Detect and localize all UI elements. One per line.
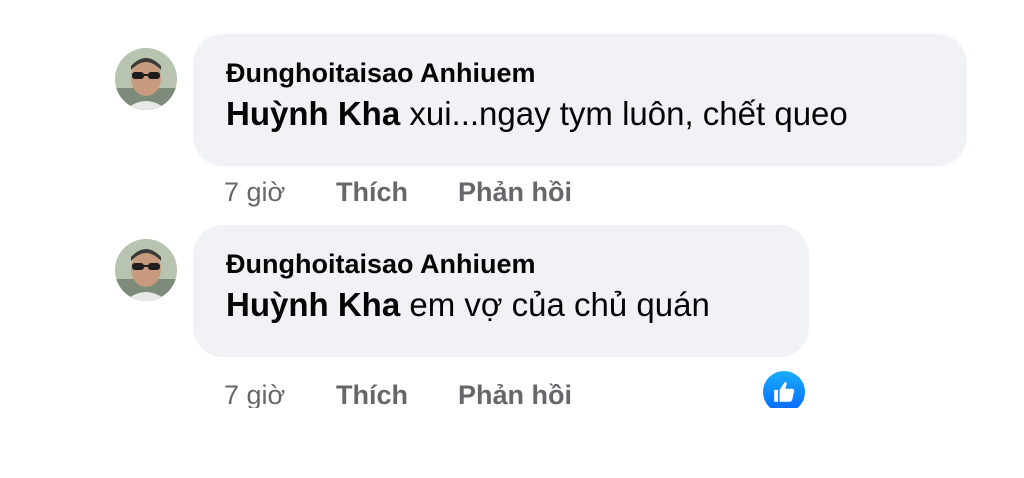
comment-actions: 7 giờ Thích Phản hồi <box>224 378 572 412</box>
avatar-image <box>115 239 177 301</box>
reply-button[interactable]: Phản hồi <box>458 378 572 412</box>
comment-text: Huỳnh Kha xui...ngay tym luôn, chết queo <box>226 93 945 135</box>
mention-tag[interactable]: Huỳnh Kha <box>226 286 400 323</box>
like-button[interactable]: Thích <box>336 175 458 209</box>
avatar[interactable] <box>115 239 177 301</box>
comment-actions: 7 giờ Thích Phản hồi <box>224 175 572 209</box>
comment-thread: Đunghoitaisao Anhiuem Huỳnh Kha xui...ng… <box>0 0 1024 478</box>
comment-timestamp[interactable]: 7 giờ <box>224 378 336 412</box>
reply-button[interactable]: Phản hồi <box>458 175 572 209</box>
comment-author[interactable]: Đunghoitaisao Anhiuem <box>226 248 787 280</box>
like-button[interactable]: Thích <box>336 378 458 412</box>
comment-text: Huỳnh Kha em vợ của chủ quán <box>226 284 787 326</box>
avatar-image <box>115 48 177 110</box>
comment-bubble: Đunghoitaisao Anhiuem Huỳnh Kha em vợ củ… <box>193 225 809 357</box>
comment-bubble: Đunghoitaisao Anhiuem Huỳnh Kha xui...ng… <box>193 34 967 166</box>
avatar[interactable] <box>115 48 177 110</box>
comment-author[interactable]: Đunghoitaisao Anhiuem <box>226 57 945 89</box>
comment-body: xui...ngay tym luôn, chết queo <box>400 95 848 132</box>
thumbs-up-icon <box>774 382 795 402</box>
page-background <box>0 408 1024 478</box>
comment-body: em vợ của chủ quán <box>400 286 710 323</box>
comment-timestamp[interactable]: 7 giờ <box>224 175 336 209</box>
mention-tag[interactable]: Huỳnh Kha <box>226 95 400 132</box>
